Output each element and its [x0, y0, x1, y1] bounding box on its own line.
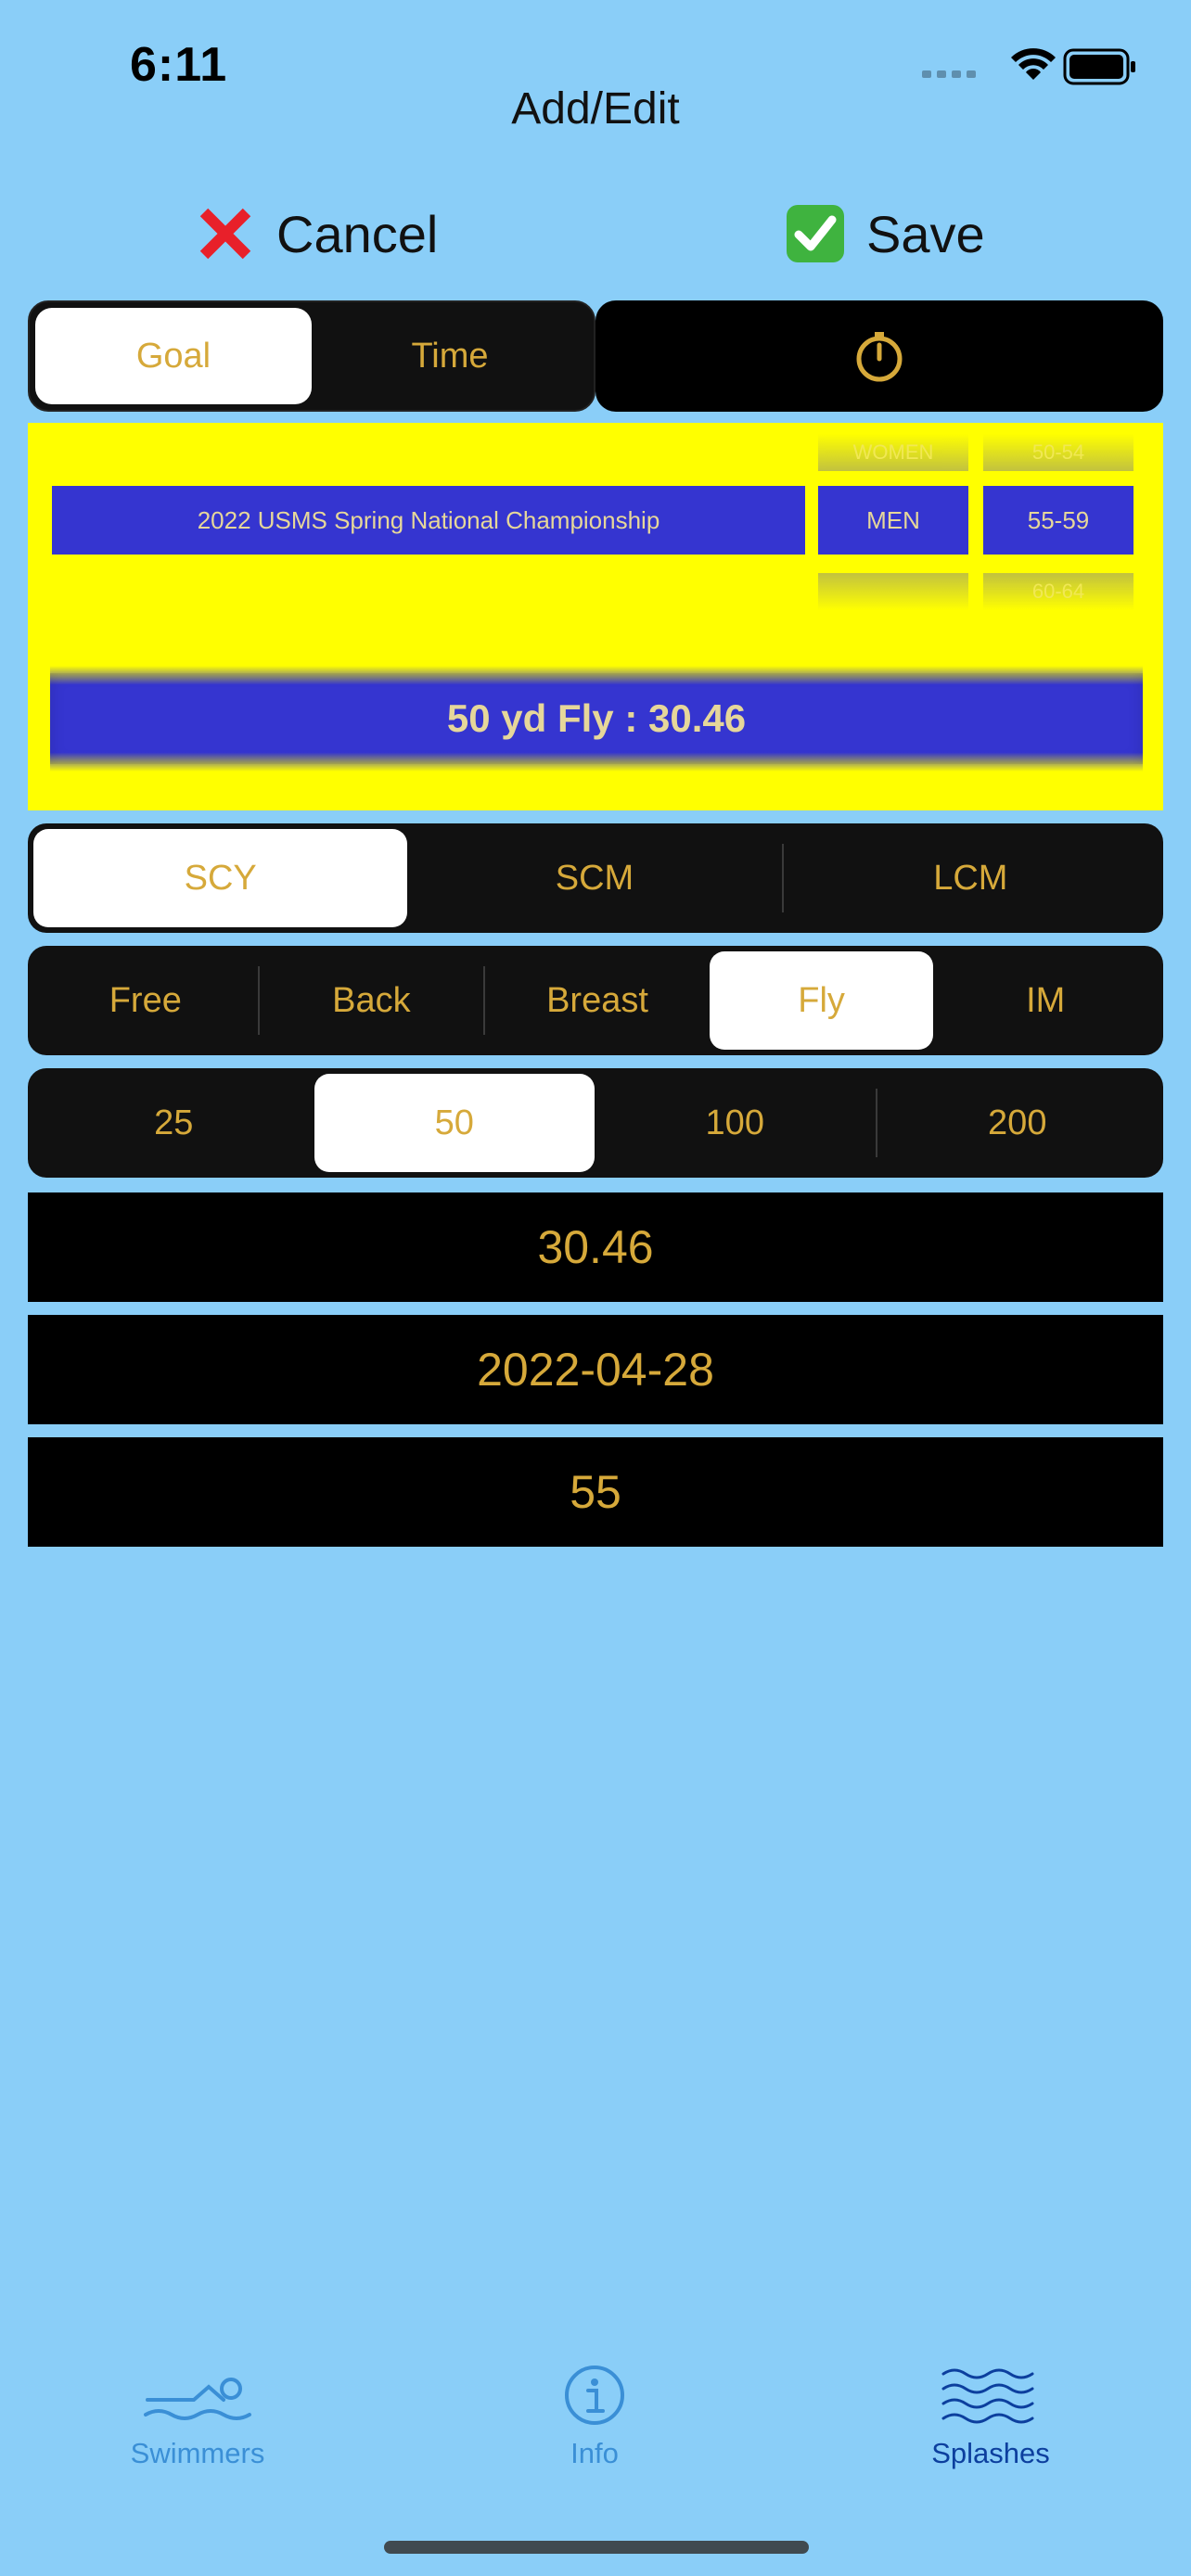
meet-picker[interactable]: 2022 USMS Spring National Championship [52, 486, 805, 555]
segment-100[interactable]: 100 [595, 1074, 876, 1172]
segment-time[interactable]: Time [312, 308, 588, 404]
battery-icon [1063, 48, 1135, 85]
tab-info[interactable]: Info [465, 2363, 724, 2470]
segment-lcm[interactable]: LCM [784, 829, 1158, 927]
segment-free[interactable]: Free [33, 951, 258, 1050]
cancel-label: Cancel [276, 204, 439, 263]
waves-icon [941, 2368, 1034, 2424]
tab-swimmers[interactable]: Swimmers [68, 2363, 327, 2470]
save-label: Save [866, 204, 985, 263]
stopwatch-button[interactable] [596, 300, 1163, 412]
age-group-selected: 55-59 [983, 486, 1133, 555]
cancel-button[interactable]: Cancel [195, 197, 438, 271]
home-indicator [384, 2541, 809, 2554]
segment-im[interactable]: IM [933, 951, 1158, 1050]
segment-50[interactable]: 50 [314, 1074, 595, 1172]
age-group-option-below: 60-64 [983, 573, 1133, 610]
cross-mark-icon [199, 208, 251, 260]
meet-picker-panel: 2022 USMS Spring National Championship W… [28, 423, 1163, 810]
gender-selected: MEN [818, 486, 968, 555]
segment-scy[interactable]: SCY [33, 829, 408, 927]
segment-breast[interactable]: Breast [485, 951, 710, 1050]
info-icon [565, 2366, 624, 2425]
gender-option-below [818, 573, 968, 610]
goal-time-toggle[interactable]: Goal Time [28, 300, 596, 412]
age-group-option-above: 50-54 [983, 434, 1133, 471]
time-field[interactable]: 30.46 [28, 1192, 1163, 1302]
tab-label: Swimmers [130, 2437, 265, 2469]
cellular-signal-icon [922, 70, 976, 78]
segment-fly[interactable]: Fly [709, 951, 934, 1050]
save-button[interactable]: Save [785, 197, 985, 271]
segment-200[interactable]: 200 [877, 1074, 1159, 1172]
status-icons [894, 45, 1191, 89]
event-summary-picker[interactable]: 50 yd Fly : 30.46 [50, 666, 1143, 772]
course-selector[interactable]: SCY SCM LCM [28, 823, 1163, 933]
wifi-icon [1011, 48, 1056, 80]
stroke-selector[interactable]: Free Back Breast Fly IM [28, 946, 1163, 1055]
check-mark-button-icon [787, 205, 844, 262]
tab-label: Splashes [931, 2437, 1050, 2469]
distance-selector[interactable]: 25 50 100 200 [28, 1068, 1163, 1178]
stopwatch-icon [856, 332, 903, 382]
segment-25[interactable]: 25 [33, 1074, 314, 1172]
swimmer-icon [144, 2378, 251, 2420]
tab-label: Info [570, 2437, 619, 2469]
date-field[interactable]: 2022-04-28 [28, 1315, 1163, 1424]
tab-splashes[interactable]: Splashes [861, 2363, 1121, 2470]
page-title: Add/Edit [511, 84, 680, 134]
gender-option-above: WOMEN [818, 434, 968, 471]
segment-back[interactable]: Back [260, 951, 484, 1050]
segment-scm[interactable]: SCM [407, 829, 781, 927]
age-group-picker[interactable]: 50-54 55-59 60-64 [983, 434, 1133, 610]
age-field[interactable]: 55 [28, 1437, 1163, 1547]
event-summary-label: 50 yd Fly : 30.46 [446, 696, 747, 740]
segment-goal[interactable]: Goal [35, 308, 312, 404]
gender-picker[interactable]: WOMEN MEN [818, 434, 968, 610]
